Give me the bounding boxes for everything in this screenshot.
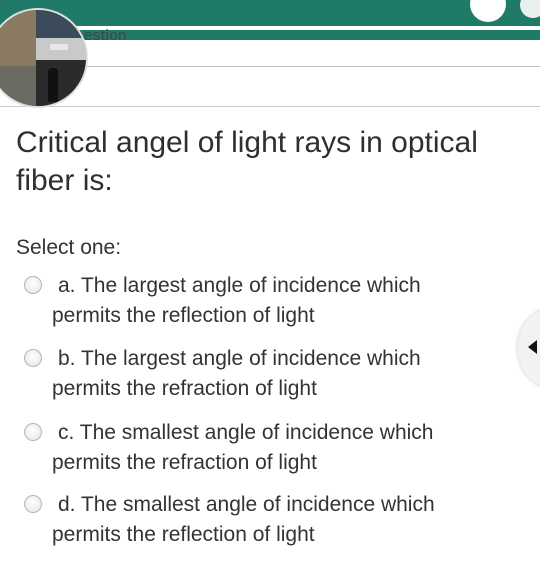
question-tab-label[interactable]: estion xyxy=(84,27,127,45)
radio-button-b[interactable] xyxy=(24,349,42,367)
select-one-prompt: Select one: xyxy=(16,236,122,259)
option-c-text-line1: c. The smallest angle of incidence which xyxy=(58,421,434,444)
option-b-text-line1: b. The largest angle of incidence which xyxy=(58,347,421,370)
radio-button-a[interactable] xyxy=(24,276,42,294)
radio-button-d[interactable] xyxy=(24,495,42,513)
radio-button-c[interactable] xyxy=(24,423,42,441)
question-text: Critical angel of light rays in optical … xyxy=(16,126,478,197)
option-d-text-line1: d. The smallest angle of incidence which xyxy=(58,493,435,516)
option-d-text-line2: permits the reflection of light xyxy=(52,523,315,546)
option-a-text-line1: a. The largest angle of incidence which xyxy=(58,274,421,297)
chevron-left-icon xyxy=(528,340,537,354)
side-drawer-tab[interactable] xyxy=(518,306,540,390)
user-avatar[interactable] xyxy=(0,10,86,106)
option-a-text-line2: permits the reflection of light xyxy=(52,304,315,327)
header-divider-bottom xyxy=(0,106,540,107)
option-b-text-line2: permits the refraction of light xyxy=(52,377,317,400)
option-c-text-line2: permits the refraction of light xyxy=(52,451,317,474)
